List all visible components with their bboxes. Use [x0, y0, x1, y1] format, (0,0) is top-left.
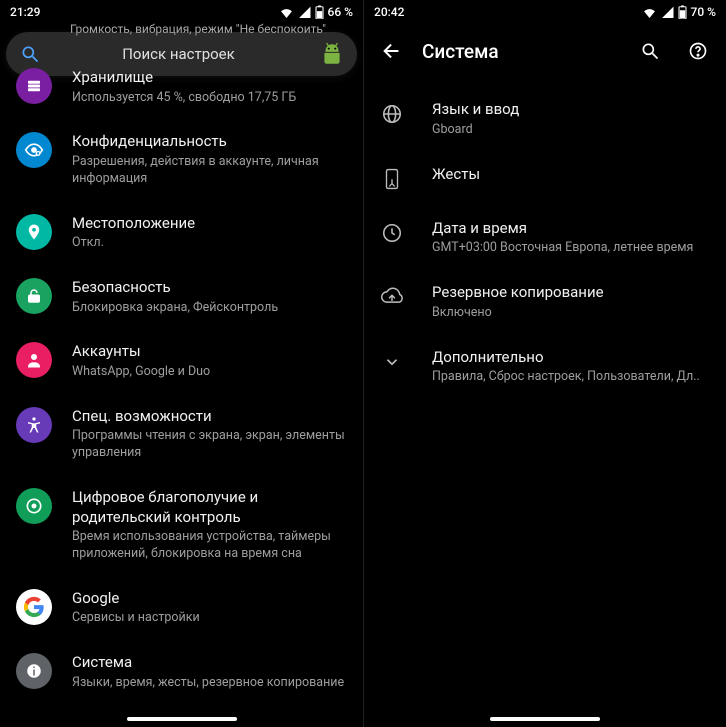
item-title: Резервное копирование: [432, 283, 710, 303]
item-title: Конфиденциальность: [72, 132, 347, 152]
status-time: 21:29: [10, 5, 40, 19]
status-bar: 21:29 66 %: [0, 0, 363, 24]
security-icon: [16, 278, 52, 314]
battery-icon: [315, 5, 324, 19]
backup-icon: [380, 285, 404, 309]
search-button[interactable]: [632, 33, 668, 69]
item-title: Аккаунты: [72, 342, 347, 362]
item-title: Язык и ввод: [432, 100, 710, 120]
back-button[interactable]: [374, 33, 410, 69]
item-subtitle: Сервисы и настройки: [72, 610, 347, 627]
accounts-icon: [16, 342, 52, 378]
nav-handle[interactable]: [490, 717, 600, 721]
system-icon: [16, 653, 52, 689]
arrow-back-icon: [381, 40, 403, 62]
signal-icon: [661, 6, 674, 18]
item-subtitle: WhatsApp, Google и Duo: [72, 364, 347, 381]
status-time: 20:42: [374, 5, 404, 19]
clock-icon: [380, 221, 404, 245]
page-title: Система: [422, 40, 620, 63]
item-title: Дополнительно: [432, 348, 710, 368]
wellbeing-icon: [16, 488, 52, 524]
settings-item-storage[interactable]: Хранилище Используется 45 %, свободно 17…: [0, 62, 363, 118]
system-item-gestures[interactable]: Жесты: [364, 151, 726, 205]
wifi-icon: [642, 6, 657, 18]
item-subtitle: Разрешения, действия в аккаунте, личная …: [72, 154, 347, 188]
settings-item-wellbeing[interactable]: Цифровое благополучие и родительский кон…: [0, 474, 363, 575]
item-title: Цифровое благополучие и родительский кон…: [72, 488, 347, 527]
item-title: Жесты: [432, 165, 710, 185]
signal-icon: [298, 6, 311, 18]
system-item-datetime[interactable]: Дата и время GMT+03:00 Восточная Европа,…: [364, 205, 726, 270]
privacy-icon: [16, 132, 52, 168]
system-settings-pane: 20:42 70 % Система Язык и ввод Gboard: [363, 0, 726, 727]
help-icon: [688, 41, 708, 61]
item-title: Безопасность: [72, 278, 347, 298]
status-bar: 20:42 70 %: [364, 0, 726, 24]
item-title: Дата и время: [432, 219, 710, 239]
storage-icon: [16, 68, 52, 104]
settings-item-security[interactable]: Безопасность Блокировка экрана, Фейсконт…: [0, 264, 363, 328]
gestures-icon: [380, 167, 404, 191]
status-icons: 70 %: [642, 5, 716, 19]
battery-percent: 66 %: [328, 5, 353, 19]
settings-list: Хранилище Используется 45 %, свободно 17…: [0, 62, 363, 727]
nav-handle[interactable]: [127, 717, 237, 721]
item-title: Местоположение: [72, 214, 347, 234]
location-icon: [16, 214, 52, 250]
item-subtitle: Откл.: [72, 235, 347, 252]
help-button[interactable]: [680, 33, 716, 69]
battery-percent: 70 %: [691, 5, 716, 19]
wifi-icon: [279, 6, 294, 18]
item-title: Спец. возможности: [72, 407, 347, 427]
google-icon: [16, 589, 52, 625]
item-subtitle: GMT+03:00 Восточная Европа, летнее время: [432, 240, 710, 255]
item-title: Google: [72, 589, 347, 609]
item-subtitle: Правила, Сброс настроек, Пользователи, Д…: [432, 369, 710, 384]
item-title: Система: [72, 653, 347, 673]
expand-icon: [380, 350, 404, 374]
search-placeholder: Поиск настроек: [40, 45, 317, 63]
item-subtitle: Включено: [432, 305, 710, 320]
item-subtitle: Программы чтения с экрана, экран, элемен…: [72, 428, 347, 462]
search-icon: [640, 41, 660, 61]
accessibility-icon: [16, 407, 52, 443]
settings-main-pane: 21:29 66 % Громкость, вибрация, режим "Н…: [0, 0, 363, 727]
settings-item-system[interactable]: Система Языки, время, жесты, резервное к…: [0, 639, 363, 703]
status-icons: 66 %: [279, 5, 353, 19]
item-title: Хранилище: [72, 68, 347, 88]
item-subtitle: Время использования устройства, таймеры …: [72, 529, 347, 563]
item-subtitle: Gboard: [432, 122, 710, 137]
system-item-language[interactable]: Язык и ввод Gboard: [364, 86, 726, 151]
language-icon: [380, 102, 404, 126]
search-icon: [20, 44, 40, 64]
settings-item-google[interactable]: Google Сервисы и настройки: [0, 575, 363, 639]
battery-icon: [678, 5, 687, 19]
item-subtitle: Блокировка экрана, Фейсконтроль: [72, 300, 347, 317]
item-subtitle: Языки, время, жесты, резервное копирован…: [72, 675, 347, 692]
system-item-advanced[interactable]: Дополнительно Правила, Сброс настроек, П…: [364, 334, 726, 399]
system-item-backup[interactable]: Резервное копирование Включено: [364, 269, 726, 334]
item-subtitle: Используется 45 %, свободно 17,75 ГБ: [72, 90, 347, 107]
settings-item-privacy[interactable]: Конфиденциальность Разрешения, действия …: [0, 118, 363, 199]
app-bar: Система: [364, 24, 726, 78]
settings-item-location[interactable]: Местоположение Откл.: [0, 200, 363, 264]
system-list: Язык и ввод Gboard Жесты Дата и время GM…: [364, 78, 726, 398]
settings-item-accessibility[interactable]: Спец. возможности Программы чтения с экр…: [0, 393, 363, 474]
settings-item-accounts[interactable]: Аккаунты WhatsApp, Google и Duo: [0, 328, 363, 392]
